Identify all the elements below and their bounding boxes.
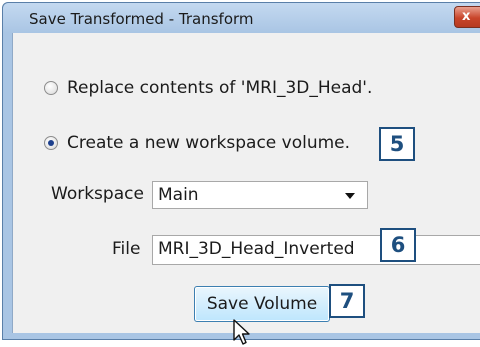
close-icon: x (462, 9, 471, 24)
save-volume-label: Save Volume (206, 294, 318, 314)
new-volume-option[interactable]: Create a new workspace volume. (44, 132, 384, 156)
callout-5: 5 (379, 127, 415, 161)
file-label: File (112, 239, 141, 259)
title-bar[interactable]: Save Transformed - Transform x (3, 3, 480, 33)
callout-7: 7 (329, 284, 365, 318)
radio-selected-dot (48, 140, 54, 146)
file-name-value: MRI_3D_Head_Inverted (158, 239, 355, 259)
replace-contents-label: Replace contents of 'MRI_3D_Head'. (67, 78, 373, 98)
workspace-value: Main (158, 185, 199, 205)
replace-contents-radio[interactable] (44, 81, 58, 95)
new-volume-radio[interactable] (44, 136, 58, 150)
new-volume-label: Create a new workspace volume. (67, 133, 351, 153)
close-button[interactable]: x (454, 6, 480, 28)
save-volume-button[interactable]: Save Volume (194, 286, 330, 322)
workspace-label: Workspace (51, 184, 144, 204)
workspace-select[interactable]: Main (152, 181, 368, 209)
dialog-content: Replace contents of 'MRI_3D_Head'. Creat… (12, 33, 480, 345)
replace-contents-option[interactable]: Replace contents of 'MRI_3D_Head'. (44, 77, 464, 101)
file-name-input[interactable]: MRI_3D_Head_Inverted (152, 235, 480, 265)
callout-6: 6 (380, 228, 416, 262)
chevron-down-icon[interactable] (345, 193, 355, 199)
window-title: Save Transformed - Transform (29, 10, 254, 28)
save-transformed-dialog: Save Transformed - Transform x Replace c… (2, 2, 480, 345)
